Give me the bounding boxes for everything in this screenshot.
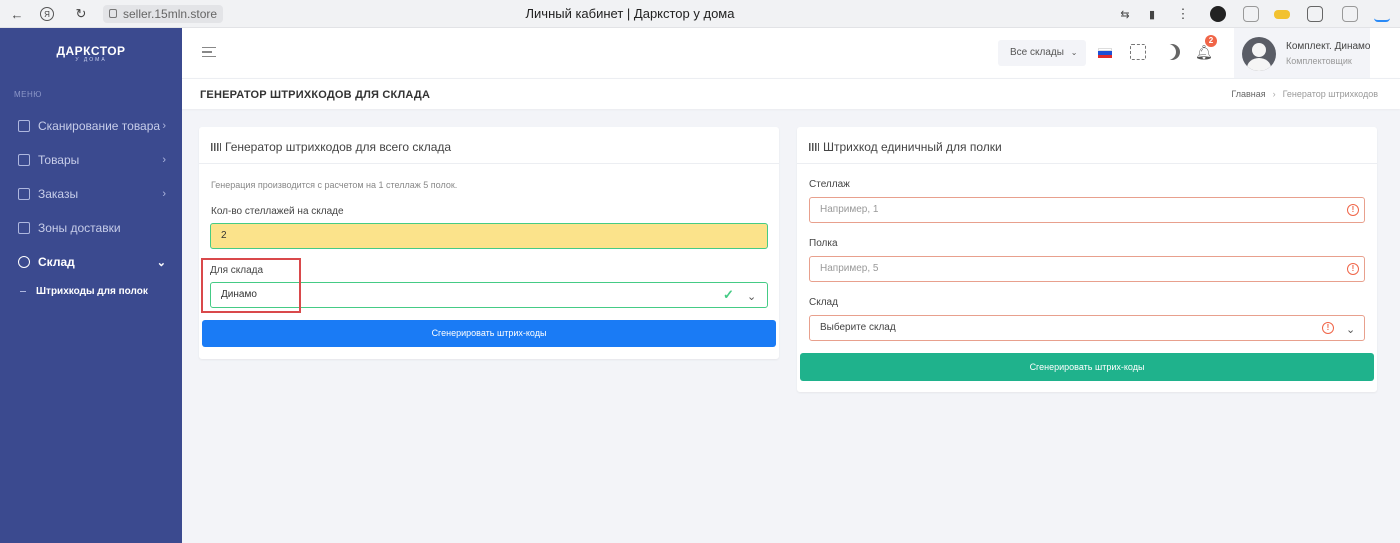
user-role: Комплектовщик [1286,56,1352,66]
chevron-right-icon: › [162,188,166,200]
translate-icon[interactable]: ⇆ [1116,5,1134,23]
chevron-down-icon: ⌄ [1346,324,1356,336]
breadcrumb-home-link[interactable]: Главная [1231,89,1265,99]
sidebar-item-label: Сканирование товара [38,119,161,133]
sidebar-item-orders[interactable]: Заказы › [0,182,182,206]
breadcrumb-separator-icon: › [1272,89,1276,99]
sidebar-item-warehouse[interactable]: Склад ⌄ [0,250,182,274]
racks-count-input[interactable]: 2 [210,223,768,249]
page-title-bar: ГЕНЕРАТОР ШТРИХКОДОВ ДЛЯ СКЛАДА Главная ›… [182,78,1400,109]
browser-toolbar: ← Я ↻ seller.15mln.store Личный кабинет … [0,0,1400,28]
bookmark-icon[interactable]: ▮ [1143,5,1161,23]
sidebar-item-label: Зоны доставки [38,221,121,235]
extension-puzzle-icon[interactable] [1307,6,1323,22]
warehouse-select-label: Склад [809,297,838,308]
sidebar-item-delivery-zones[interactable]: Зоны доставки [0,216,182,240]
chevron-down-icon: ⌄ [156,257,166,269]
warehouse-select-field[interactable]: Выберите склад ! ⌄ [809,315,1365,341]
extension-dark-icon[interactable] [1210,6,1226,22]
barcode-icon [809,143,819,151]
sidebar-item-products[interactable]: Товары › [0,148,182,172]
tab-title: Личный кабинет | Даркстор у дома [525,6,735,21]
card-title: Генератор штрихкодов для всего склада [211,140,451,154]
chevron-right-icon: › [162,154,166,166]
menu-title: МЕНЮ [14,90,42,99]
chevron-down-icon: ⌄ [747,291,757,303]
scan-icon [18,120,30,132]
card-single-shelf-barcode: Штрихкод единичный для полки Стеллаж Нап… [797,127,1377,392]
sidebar-item-scanning[interactable]: Сканирование товара › [0,114,182,138]
shelf-label: Полка [809,238,838,249]
sidebar-subitem-label: Штрихкоды для полок [36,286,148,297]
generate-barcodes-button[interactable]: Сгенерировать штрих-коды [800,353,1374,381]
racks-count-value: 2 [221,230,227,241]
dark-mode-moon-icon[interactable] [1164,44,1180,60]
map-zones-icon [18,222,30,234]
rack-input[interactable]: Например, 1 ! [809,197,1365,223]
breadcrumb: Главная › Генератор штрихкодов [1231,89,1378,99]
shelf-input[interactable]: Например, 5 ! [809,256,1365,282]
table-icon [18,188,30,200]
fullscreen-icon[interactable] [1130,44,1146,60]
notification-badge: 2 [1205,35,1217,47]
warehouse-select-value: Все склады [1010,47,1064,58]
sidebar-subitem-shelf-barcodes[interactable]: Штрихкоды для полок [20,286,148,297]
barcode-icon [211,143,221,151]
warehouse-placeholder: Выберите склад [820,322,896,333]
rack-label: Стеллаж [809,179,850,190]
extension-rocket-icon[interactable] [1243,6,1259,22]
annotation-highlight-box [201,258,301,313]
card-title: Штрихкод единичный для полки [809,140,1002,154]
subitem-dash [20,290,26,292]
location-pin-icon [18,256,30,268]
hamburger-menu-icon[interactable] [202,47,216,57]
sidebar-item-label: Товары [38,153,80,167]
extension-blue-icon[interactable] [1342,6,1358,22]
warehouse-select[interactable]: Все склады ⌄ [998,40,1086,66]
sidebar-item-label: Заказы [38,187,79,201]
error-alert-icon: ! [1347,263,1359,275]
card-header: Генератор штрихкодов для всего склада [199,127,779,164]
logo-subtitle: У ДОМА [75,57,107,63]
shelf-placeholder: Например, 5 [820,263,879,274]
breadcrumb-current: Генератор штрихкодов [1282,89,1378,99]
grid-icon [18,154,30,166]
page-title: ГЕНЕРАТОР ШТРИХКОДОВ ДЛЯ СКЛАДА [200,89,431,101]
sidebar: ДАРКСТОР У ДОМА МЕНЮ Сканирование товара… [0,28,182,543]
card-header: Штрихкод единичный для полки [797,127,1377,164]
logo[interactable]: ДАРКСТОР [0,44,182,58]
card-warehouse-generator: Генератор штрихкодов для всего склада Ге… [199,127,779,359]
error-alert-icon: ! [1322,322,1334,334]
check-valid-icon: ✓ [723,287,734,302]
racks-count-label: Кол-во стеллажей на складе [211,206,344,217]
error-alert-icon: ! [1347,204,1359,216]
generate-barcodes-button[interactable]: Сгенерировать штрих-коды [202,320,776,347]
rack-placeholder: Например, 1 [820,204,879,215]
user-name: Комплект. Динамо [1286,41,1371,52]
extension-battery-icon[interactable] [1274,10,1290,19]
more-menu-icon[interactable]: ⋮ [1174,5,1192,23]
generation-hint: Генерация производится с расчетом на 1 с… [211,180,458,190]
topbar: Все склады ⌄ 🔔︎ 2 Комплект. Динамо Компл… [182,28,1400,78]
user-profile[interactable]: Комплект. Динамо Комплектовщик [1234,28,1370,78]
chevron-right-icon: › [162,120,166,132]
chevron-down-icon: ⌄ [1070,48,1078,57]
avatar [1242,37,1276,71]
sidebar-item-label: Склад [38,255,75,269]
download-icon[interactable] [1374,6,1390,22]
russian-flag-icon[interactable] [1098,48,1112,58]
